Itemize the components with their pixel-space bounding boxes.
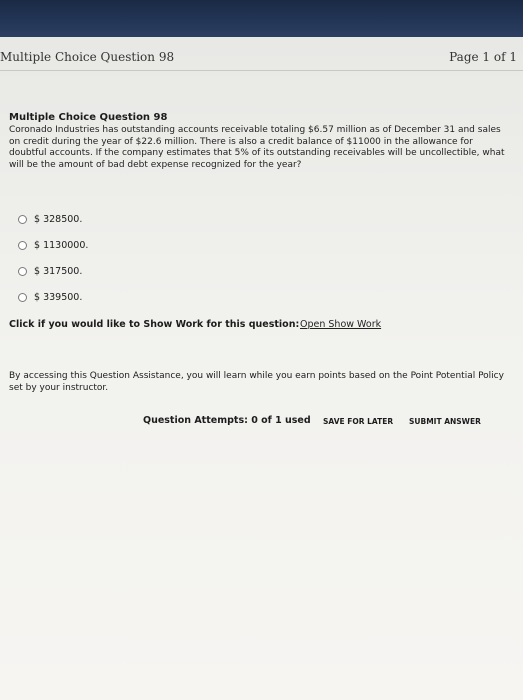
page-indicator: Page 1 of 1 xyxy=(449,50,517,64)
answer-option[interactable]: $ 328500. xyxy=(18,206,88,232)
show-work-prompt: Click if you would like to Show Work for… xyxy=(9,319,300,330)
submit-answer-button[interactable]: SUBMIT ANSWER xyxy=(409,417,481,426)
radio-button[interactable] xyxy=(18,214,27,224)
option-label: $ 339500. xyxy=(34,291,83,303)
header-divider xyxy=(0,70,523,71)
answer-option[interactable]: $ 339500. xyxy=(18,284,88,310)
browser-top-bar xyxy=(0,0,523,37)
answer-options: $ 328500. $ 1130000. $ 317500. $ 339500. xyxy=(18,206,88,310)
question-attempts: Question Attempts: 0 of 1 used xyxy=(143,415,311,426)
option-label: $ 317500. xyxy=(34,265,83,277)
question-title: Multiple Choice Question 98 xyxy=(9,112,168,123)
option-label: $ 1130000. xyxy=(34,239,89,251)
option-label: $ 328500. xyxy=(34,213,83,225)
answer-option[interactable]: $ 1130000. xyxy=(18,232,88,258)
radio-button[interactable] xyxy=(18,240,27,250)
radio-button[interactable] xyxy=(18,292,27,302)
open-show-work-link[interactable]: Open Show Work xyxy=(300,319,381,330)
save-for-later-button[interactable]: SAVE FOR LATER xyxy=(323,417,393,426)
radio-button[interactable] xyxy=(18,266,27,276)
header-title: Multiple Choice Question 98 xyxy=(0,50,175,64)
assistance-notice: By accessing this Question Assistance, y… xyxy=(9,371,504,393)
question-text: Coronado Industries has outstanding acco… xyxy=(9,125,505,170)
answer-option[interactable]: $ 317500. xyxy=(18,258,88,284)
